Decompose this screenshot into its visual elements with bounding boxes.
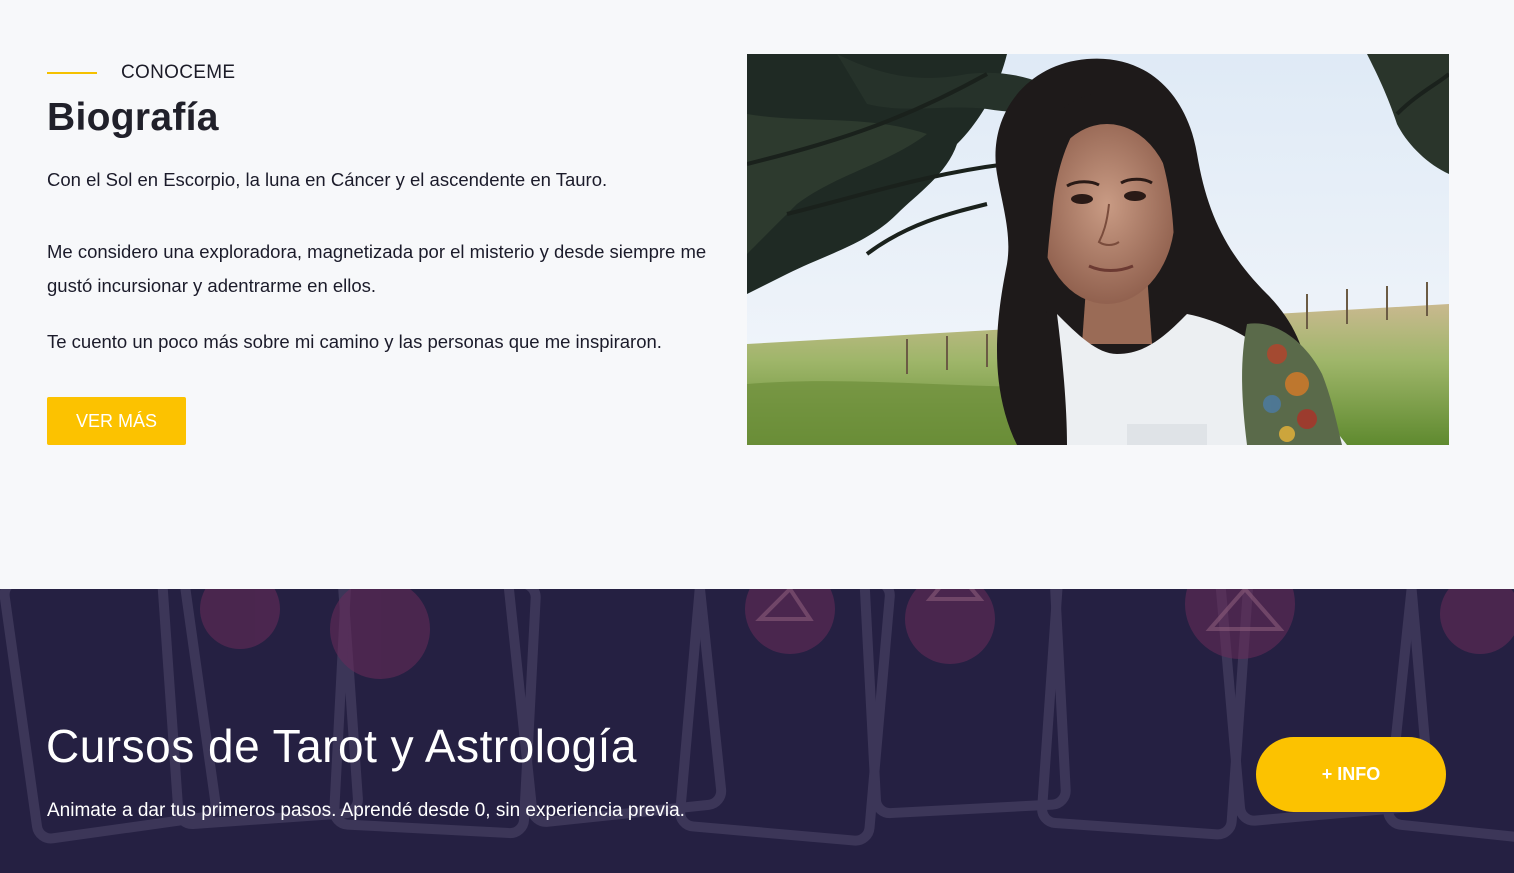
bio-paragraph-1: Con el Sol en Escorpio, la luna en Cánce… <box>47 169 608 190</box>
eyebrow-text: CONOCEME <box>121 62 236 83</box>
portrait-photo <box>747 54 1449 445</box>
courses-banner: Cursos de Tarot y Astrología Animate a d… <box>0 589 1514 873</box>
page: CONOCEME Biografía Con el Sol en Escorpi… <box>0 0 1514 873</box>
courses-title: Cursos de Tarot y Astrología <box>46 720 637 772</box>
bio-section: CONOCEME Biografía Con el Sol en Escorpi… <box>0 0 1514 589</box>
courses-subtitle: Animate a dar tus primeros pasos. Aprend… <box>47 800 685 821</box>
ver-mas-button[interactable]: VER MÁS <box>47 397 186 445</box>
eyebrow-line <box>47 72 97 74</box>
bio-title: Biografía <box>47 96 219 139</box>
eyebrow: CONOCEME <box>47 62 235 84</box>
info-button[interactable]: + INFO <box>1256 737 1446 812</box>
bio-paragraph-3: Te cuento un poco más sobre mi camino y … <box>47 331 662 352</box>
bio-paragraph-2: Me considero una exploradora, magnetizad… <box>47 241 707 296</box>
